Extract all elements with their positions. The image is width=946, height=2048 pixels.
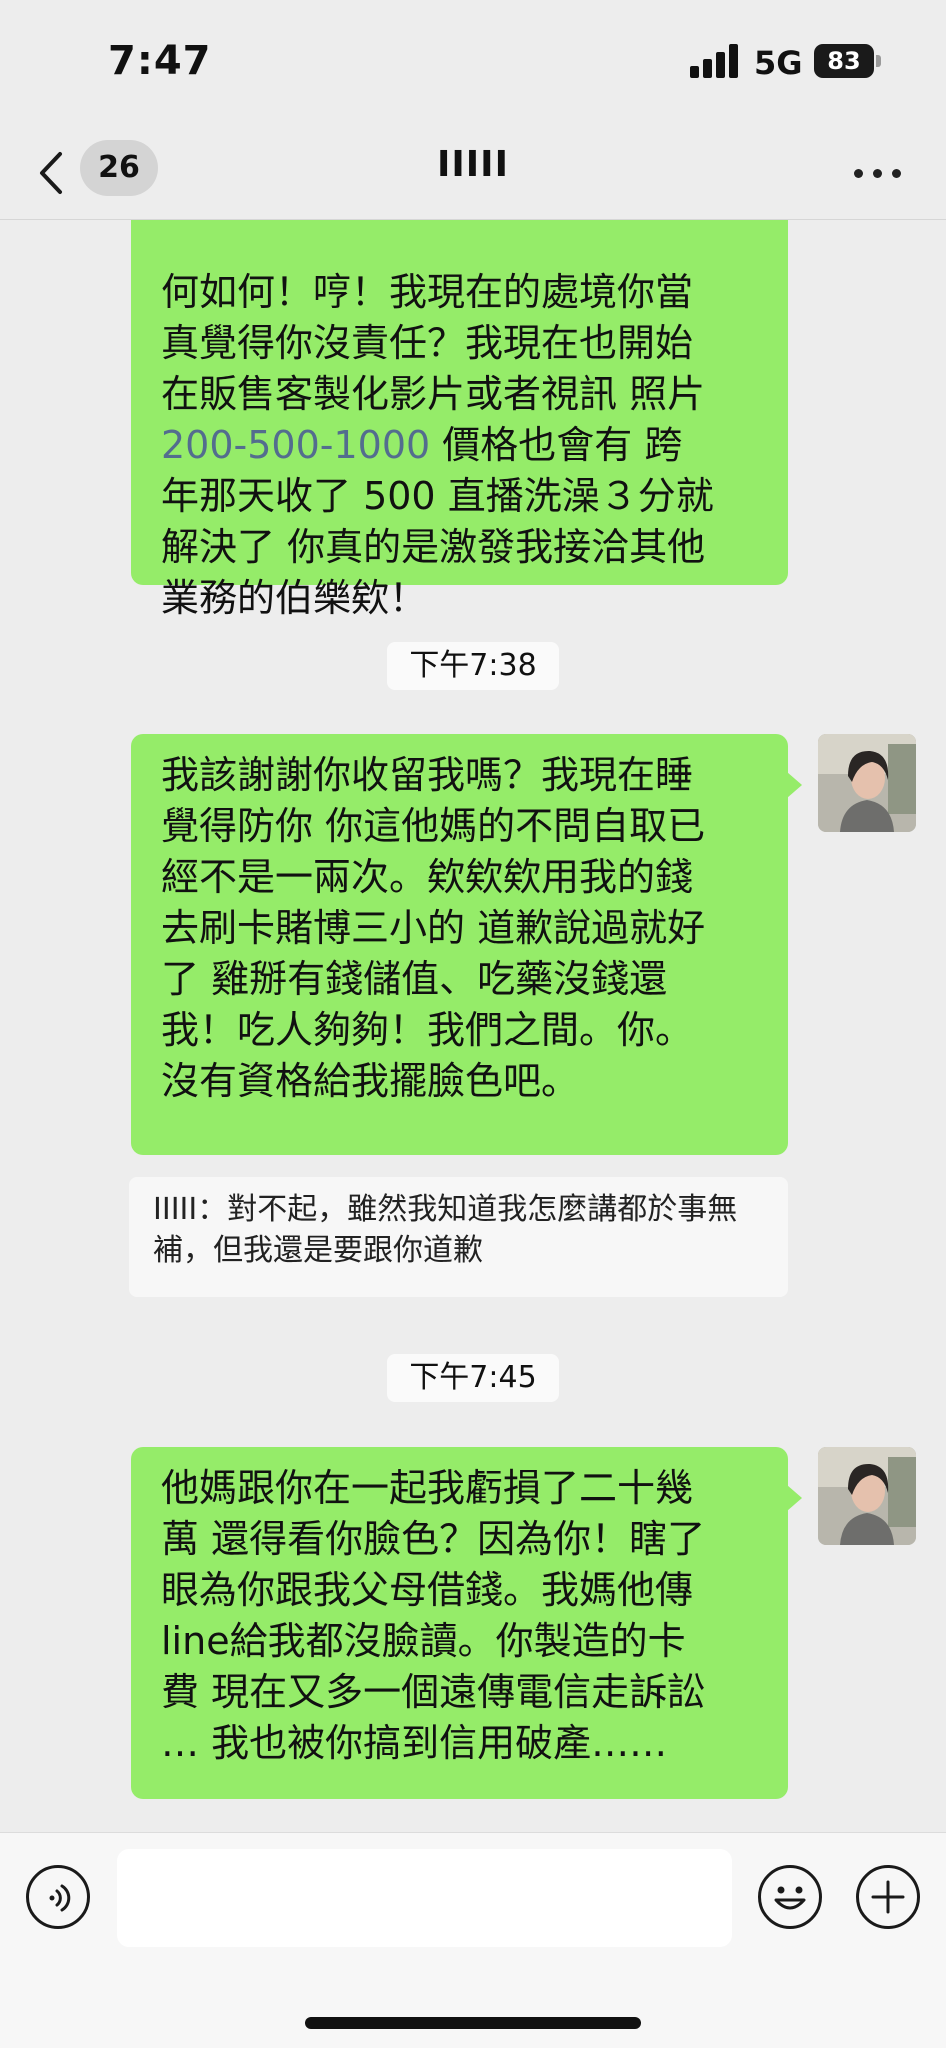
message-line: 解決了 你真的是激發我接洽其他: [161, 525, 706, 569]
message-line: 真覺得你沒責任？我現在也開始: [161, 321, 694, 365]
emoji-icon: [774, 1886, 806, 1910]
more-options-button[interactable]: [850, 154, 906, 190]
more-functions-button[interactable]: [856, 1865, 920, 1929]
quoted-reply[interactable]: IIIII：對不起，雖然我知道我怎麼講都於事無補，但我還是要跟你道歉: [129, 1177, 788, 1297]
network-type: 5G: [754, 44, 803, 82]
plus-icon: [871, 1880, 905, 1914]
message-line: 業務的伯樂欸！: [161, 576, 428, 620]
avatar-image: [818, 734, 916, 832]
voice-input-button[interactable]: [26, 1865, 90, 1929]
battery-level: 83: [814, 44, 874, 78]
timestamp-label: 下午7:45: [387, 1354, 559, 1402]
back-button[interactable]: [36, 148, 76, 198]
chat-header: 26 IIIII: [0, 128, 946, 220]
avatar[interactable]: [818, 734, 916, 832]
battery-icon: 83: [814, 44, 881, 78]
status-time: 7:47: [108, 38, 212, 84]
chevron-left-icon: [40, 152, 62, 194]
unread-count-badge[interactable]: 26: [80, 140, 158, 196]
cellular-signal-icon: [690, 44, 738, 78]
message-line: 何如何！哼！我現在的處境你當: [161, 270, 694, 314]
chat-title: IIIII: [437, 144, 509, 185]
message-bubble[interactable]: 我該謝謝你收留我嗎？我現在睡 覺得防你 你這他媽的不問自取已 經不是一兩次。欸欸…: [131, 734, 788, 1155]
home-indicator: [305, 2017, 641, 2029]
phone-number-link[interactable]: 200-500-1000: [161, 423, 430, 467]
chat-message-list[interactable]: 何如何！哼！我現在的處境你當 真覺得你沒責任？我現在也開始 在販售客製化影片或者…: [0, 220, 946, 1832]
message-line: 價格也會有 跨: [430, 423, 683, 467]
message-bubble[interactable]: 他媽跟你在一起我虧損了二十幾 萬 還得看你臉色？因為你！瞎了 眼為你跟我父母借錢…: [131, 1447, 788, 1799]
emoji-button[interactable]: [758, 1865, 822, 1929]
voice-icon: [49, 1884, 71, 1912]
message-input[interactable]: [117, 1849, 732, 1947]
more-horizontal-icon: [854, 169, 863, 178]
input-bar: [0, 1832, 946, 2048]
avatar[interactable]: [818, 1447, 916, 1545]
message-line: 在販售客製化影片或者視訊 照片: [161, 372, 706, 416]
avatar-image: [818, 1447, 916, 1545]
status-bar: 7:47 5G 83: [0, 0, 946, 128]
message-bubble[interactable]: 何如何！哼！我現在的處境你當 真覺得你沒責任？我現在也開始 在販售客製化影片或者…: [131, 220, 788, 620]
message-line: 年那天收了 500 直播洗澡３分就: [161, 474, 714, 518]
timestamp-label: 下午7:38: [387, 642, 559, 690]
